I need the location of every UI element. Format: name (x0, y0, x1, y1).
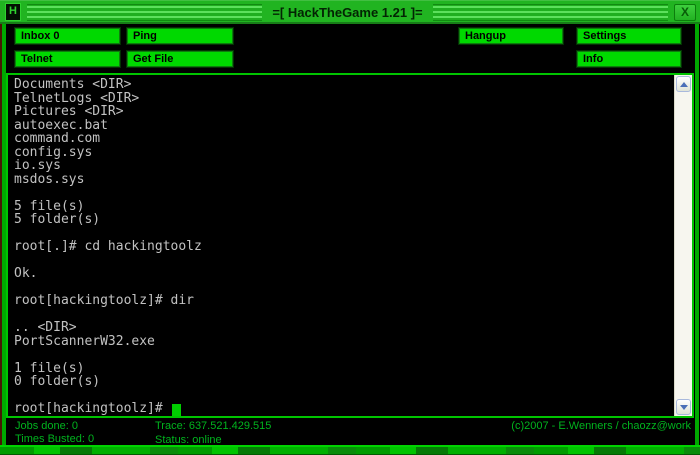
ping-button[interactable]: Ping (127, 28, 233, 44)
titlebar-stripes-right (433, 4, 668, 21)
terminal-line: config.sys (14, 146, 675, 160)
scrollbar-track[interactable] (675, 92, 692, 399)
terminal-line: 5 file(s) (14, 200, 675, 214)
hangup-button[interactable]: Hangup (459, 28, 563, 44)
info-button[interactable]: Info (577, 51, 681, 67)
bottom-border-strip (0, 445, 700, 455)
close-icon: X (681, 5, 689, 19)
terminal-line: Ok. (14, 267, 675, 281)
terminal-line: 5 folder(s) (14, 213, 675, 227)
terminal-line: command.com (14, 132, 675, 146)
app-icon: H (5, 3, 21, 21)
terminal-cursor (172, 404, 181, 416)
terminal-line: autoexec.bat (14, 119, 675, 133)
copyright-label: (c)2007 - E.Wenners / chaozz@work (511, 420, 691, 432)
terminal-line: io.sys (14, 159, 675, 173)
times-busted-label: Times Busted: 0 (15, 433, 94, 445)
terminal-prompt-line: root[hackingtoolz]# (14, 402, 675, 416)
close-button[interactable]: X (674, 4, 696, 21)
jobs-done-label: Jobs done: 0 (15, 420, 78, 432)
telnet-button[interactable]: Telnet (15, 51, 120, 67)
terminal-line: root[hackingtoolz]# dir (14, 294, 675, 308)
terminal-line: 1 file(s) (14, 362, 675, 376)
hackthegame-window: H =[ HackTheGame 1.21 ]= X Inbox 0 Ping … (0, 0, 700, 455)
terminal-line: Pictures <DIR> (14, 105, 675, 119)
settings-button[interactable]: Settings (577, 28, 681, 44)
terminal-line: .. <DIR> (14, 321, 675, 335)
titlebar[interactable]: H =[ HackTheGame 1.21 ]= X (0, 0, 700, 24)
terminal-line (14, 227, 675, 241)
terminal-scrollbar[interactable] (674, 75, 692, 416)
scroll-up-button[interactable] (676, 76, 691, 92)
terminal-line (14, 186, 675, 200)
terminal-line: Documents <DIR> (14, 78, 675, 92)
terminal-panel[interactable]: Documents <DIR>TelnetLogs <DIR>Pictures … (6, 73, 694, 418)
terminal-line (14, 281, 675, 295)
terminal-line: msdos.sys (14, 173, 675, 187)
terminal-line: TelnetLogs <DIR> (14, 92, 675, 106)
scroll-down-button[interactable] (676, 399, 691, 415)
terminal-output: Documents <DIR>TelnetLogs <DIR>Pictures … (8, 75, 675, 416)
terminal-line (14, 308, 675, 322)
window-title: =[ HackTheGame 1.21 ]= (268, 5, 426, 20)
scroll-down-icon (680, 405, 688, 410)
terminal-line (14, 389, 675, 403)
window-edge-right (695, 24, 699, 445)
terminal-line: root[.]# cd hackingtoolz (14, 240, 675, 254)
get-file-button[interactable]: Get File (127, 51, 233, 67)
inbox-button[interactable]: Inbox 0 (15, 28, 120, 44)
terminal-line: 0 folder(s) (14, 375, 675, 389)
titlebar-stripes-left (27, 4, 262, 21)
terminal-line (14, 348, 675, 362)
terminal-line: PortScannerW32.exe (14, 335, 675, 349)
scroll-up-icon (680, 82, 688, 87)
terminal-line (14, 254, 675, 268)
terminal-prompt: root[hackingtoolz]# (14, 401, 171, 416)
trace-label: Trace: 637.521.429.515 (155, 420, 271, 432)
